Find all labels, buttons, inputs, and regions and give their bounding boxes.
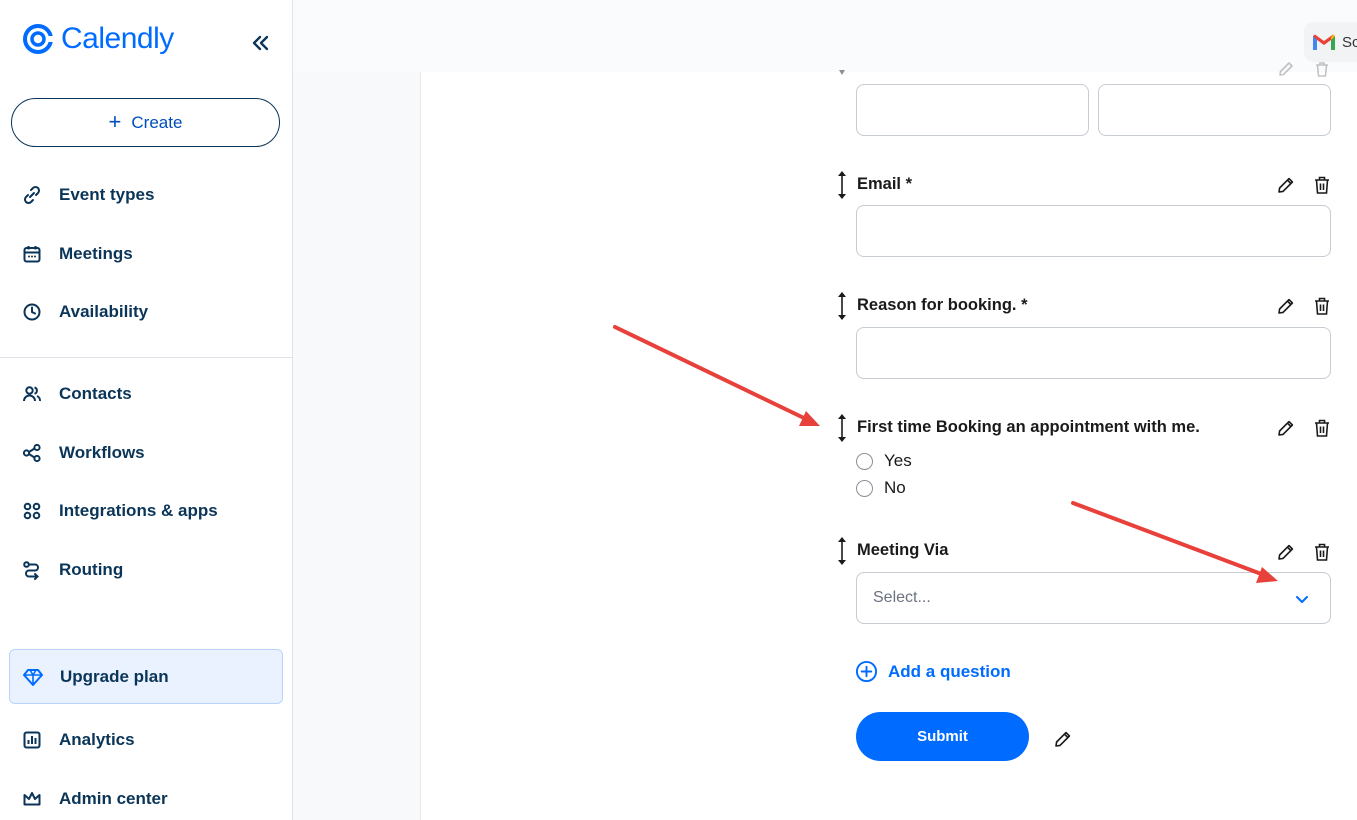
trash-icon[interactable]: [1311, 295, 1333, 317]
sidebar-item-workflows[interactable]: Workflows: [21, 438, 145, 468]
calendar-icon: [21, 243, 43, 265]
select-placeholder: Select...: [873, 589, 931, 606]
sidebar-item-label: Analytics: [59, 730, 135, 749]
trash-icon[interactable]: [1311, 541, 1333, 563]
top-bar: Sc: [293, 0, 1357, 72]
first-name-field[interactable]: [856, 84, 1089, 136]
edit-icon[interactable]: [1275, 417, 1297, 439]
radio-circle[interactable]: [856, 452, 873, 470]
radio-no-label: No: [884, 478, 906, 497]
crown-icon: [21, 788, 43, 810]
radio-yes-label: Yes: [884, 451, 912, 470]
gmail-icon: [1313, 34, 1335, 50]
sidebar-item-label: Event types: [59, 185, 155, 204]
edit-icon[interactable]: [1275, 174, 1297, 196]
sidebar: Calendly + Create Event types Meetings A…: [0, 0, 293, 820]
sidebar-item-meetings[interactable]: Meetings: [21, 239, 133, 269]
add-question-label: Add a question: [888, 661, 1011, 681]
gmail-chip-text: Sc: [1342, 33, 1357, 51]
double-chevron-left-icon: [252, 35, 269, 51]
sidebar-item-contacts[interactable]: Contacts: [21, 379, 132, 409]
submit-label: Submit: [917, 728, 968, 745]
trash-icon[interactable]: [1311, 417, 1333, 439]
edit-icon[interactable]: [1275, 295, 1297, 317]
sidebar-item-routing[interactable]: Routing: [21, 555, 123, 585]
drag-handle-icon[interactable]: [836, 60, 848, 76]
apps-grid-icon: [21, 500, 43, 522]
edit-icon[interactable]: [1275, 58, 1297, 80]
trash-icon[interactable]: [1311, 174, 1333, 196]
edit-icon[interactable]: [1275, 541, 1297, 563]
sidebar-item-admin-center[interactable]: Admin center: [21, 784, 168, 814]
first-time-label: First time Booking an appointment with m…: [857, 418, 1200, 436]
analytics-icon: [21, 729, 43, 751]
radio-circle[interactable]: [856, 479, 873, 497]
reason-label: Reason for booking. *: [857, 296, 1028, 314]
drag-handle-icon[interactable]: [836, 412, 848, 446]
edit-submit-icon[interactable]: [1052, 728, 1074, 750]
upgrade-label: Upgrade plan: [60, 666, 169, 686]
chevron-down-icon: [1296, 596, 1308, 603]
sidebar-item-analytics[interactable]: Analytics: [21, 725, 135, 755]
upgrade-plan-button[interactable]: Upgrade plan: [9, 649, 283, 704]
plus-icon: +: [108, 108, 122, 134]
sidebar-item-label: Contacts: [59, 384, 132, 403]
submit-button[interactable]: Submit: [856, 712, 1029, 761]
reason-field[interactable]: [856, 327, 1331, 379]
collapse-sidebar-button[interactable]: [247, 30, 273, 56]
sidebar-item-label: Integrations & apps: [59, 501, 218, 520]
calendly-logo[interactable]: Calendly: [22, 22, 174, 56]
sidebar-item-availability[interactable]: Availability: [21, 297, 148, 327]
sidebar-item-event-types[interactable]: Event types: [21, 180, 154, 210]
radio-no[interactable]: No: [856, 478, 906, 498]
calendly-logo-icon: [23, 24, 54, 54]
email-label: Email *: [857, 175, 913, 193]
plus-circle-icon: [855, 660, 878, 683]
sidebar-item-label: Admin center: [59, 789, 168, 808]
contacts-icon: [21, 383, 43, 405]
clock-icon: [21, 301, 43, 323]
diamond-icon: [22, 666, 44, 688]
link-icon: [21, 184, 43, 206]
drag-handle-icon[interactable]: [836, 290, 848, 324]
sidebar-divider: [0, 357, 292, 358]
create-label: Create: [131, 112, 183, 132]
last-name-field[interactable]: [1098, 84, 1331, 136]
add-question-button[interactable]: Add a question: [855, 660, 1011, 683]
sidebar-item-integrations[interactable]: Integrations & apps: [21, 496, 218, 526]
sidebar-item-label: Workflows: [59, 443, 145, 462]
logo-text: Calendly: [61, 22, 174, 55]
workflow-icon: [21, 442, 43, 464]
sidebar-item-label: Availability: [59, 302, 149, 321]
routing-icon: [21, 559, 43, 581]
sidebar-item-label: Routing: [59, 560, 124, 579]
meeting-via-label: Meeting Via: [857, 541, 949, 559]
drag-handle-icon[interactable]: [836, 169, 848, 203]
sidebar-item-label: Meetings: [59, 244, 133, 263]
radio-yes[interactable]: Yes: [856, 451, 912, 471]
create-button[interactable]: + Create: [11, 98, 280, 147]
trash-icon[interactable]: [1311, 58, 1333, 80]
email-field[interactable]: [856, 205, 1331, 257]
meeting-via-select[interactable]: Select...: [856, 572, 1331, 624]
drag-handle-icon[interactable]: [836, 535, 848, 569]
gmail-chip[interactable]: Sc: [1304, 22, 1357, 62]
